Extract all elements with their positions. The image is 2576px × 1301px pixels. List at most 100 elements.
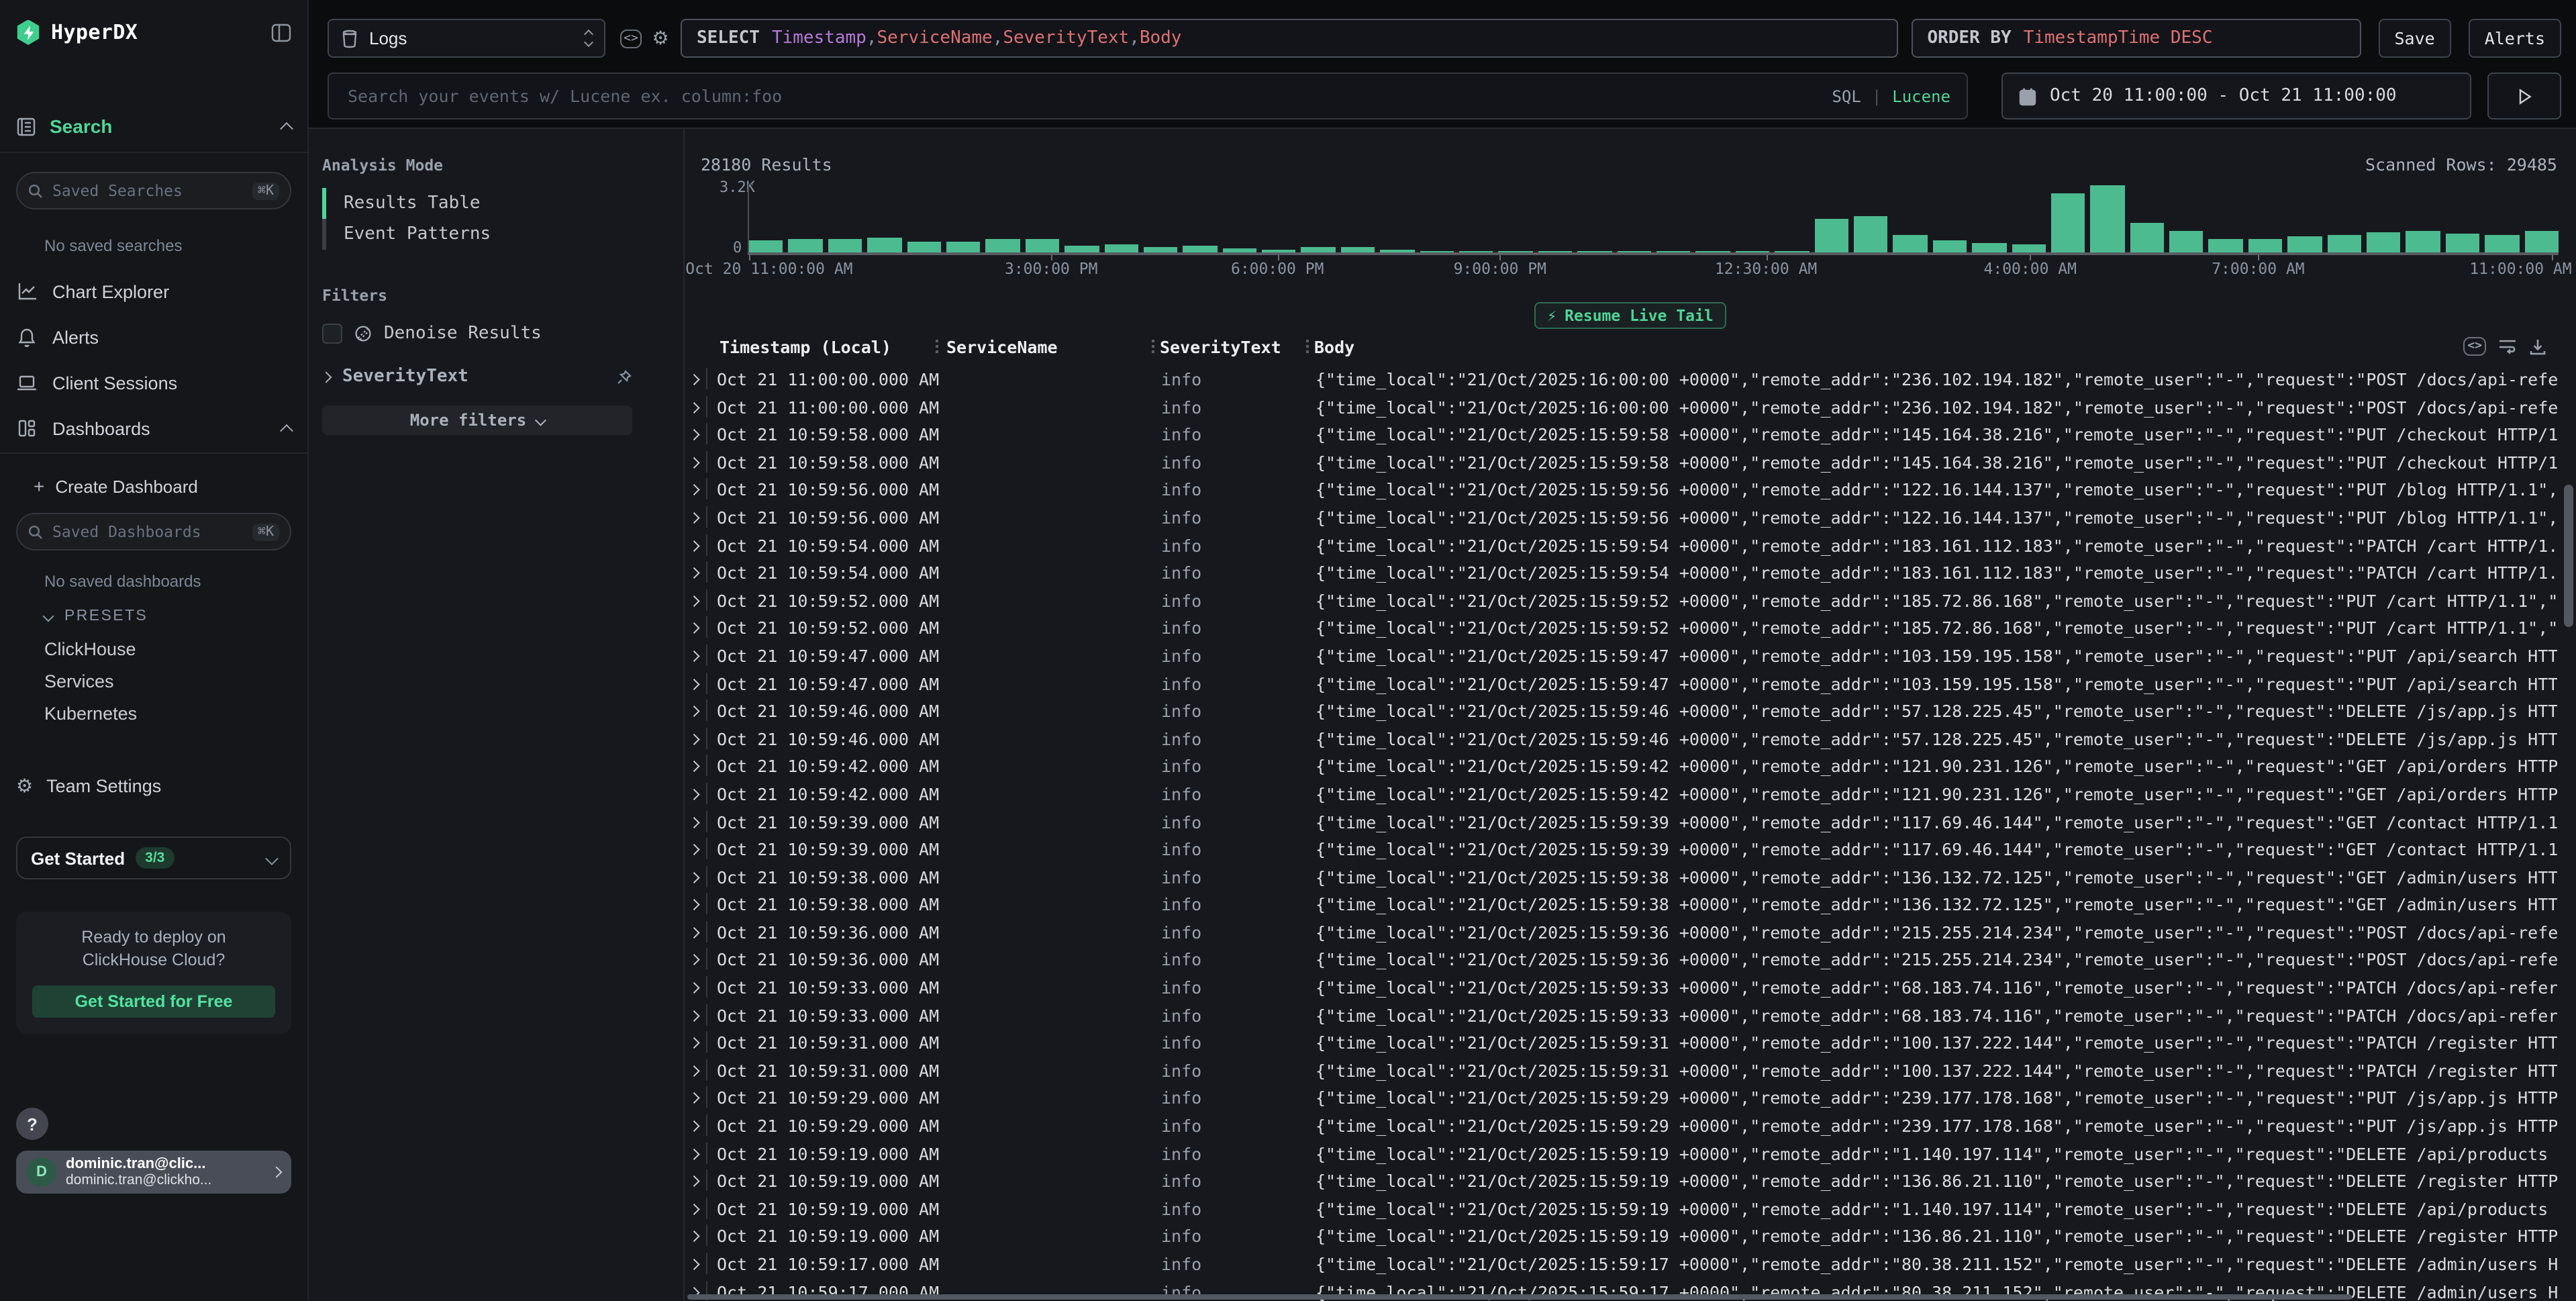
help-button[interactable]: ? xyxy=(16,1108,48,1140)
language-sql-toggle[interactable]: SQL xyxy=(1832,87,1861,105)
language-lucene-toggle[interactable]: Lucene xyxy=(1892,87,1950,105)
sidebar-item-alerts[interactable]: Alerts xyxy=(16,322,291,352)
expand-chevron-icon[interactable] xyxy=(689,955,699,966)
saved-dashboards-input[interactable]: Saved Dashboards ⌘K xyxy=(16,513,291,550)
expand-chevron-icon[interactable] xyxy=(689,1121,699,1132)
severity-filter-group[interactable]: SeverityText xyxy=(322,367,632,387)
col-servicename[interactable]: ServiceName xyxy=(946,337,1058,357)
expand-chevron-icon[interactable] xyxy=(689,1149,699,1159)
table-row[interactable]: Oct 21 10:59:56.000 AMinfo{"time_local":… xyxy=(685,503,2576,531)
expand-chevron-icon[interactable] xyxy=(689,734,699,744)
expand-chevron-icon[interactable] xyxy=(689,927,699,938)
expand-chevron-icon[interactable] xyxy=(689,1204,699,1214)
resume-live-tail-button[interactable]: ⚡ Resume Live Tail xyxy=(1534,302,1726,329)
histogram-bar[interactable] xyxy=(2248,239,2283,252)
source-select[interactable]: Logs xyxy=(328,19,605,58)
table-row[interactable]: Oct 21 10:59:17.000 AMinfo{"time_local":… xyxy=(685,1250,2576,1278)
sidebar-collapse-icon[interactable] xyxy=(271,22,291,42)
table-row[interactable]: Oct 21 10:59:31.000 AMinfo{"time_local":… xyxy=(685,1029,2576,1057)
table-row[interactable]: Oct 21 10:59:54.000 AMinfo{"time_local":… xyxy=(685,559,2576,586)
expand-chevron-icon[interactable] xyxy=(689,1176,699,1187)
col-body[interactable]: Body xyxy=(1314,337,1354,357)
sidebar-item-chart-explorer[interactable]: Chart Explorer xyxy=(16,277,291,306)
expand-chevron-icon[interactable] xyxy=(689,540,699,551)
presets-toggle[interactable]: PRESETS xyxy=(16,608,291,624)
get-started-free-button[interactable]: Get Started for Free xyxy=(32,985,275,1018)
histogram-bar[interactable] xyxy=(2485,235,2519,252)
table-row[interactable]: Oct 21 10:59:33.000 AMinfo{"time_local":… xyxy=(685,1001,2576,1028)
table-row[interactable]: Oct 21 10:59:33.000 AMinfo{"time_local":… xyxy=(685,973,2576,1001)
vertical-scrollbar[interactable] xyxy=(2564,485,2573,627)
expand-chevron-icon[interactable] xyxy=(689,706,699,717)
histogram-bar[interactable] xyxy=(2091,185,2125,252)
histogram-bar[interactable] xyxy=(2524,231,2559,252)
alerts-button[interactable]: Alerts xyxy=(2469,19,2561,58)
histogram-bar[interactable] xyxy=(2287,236,2322,252)
histogram-bar[interactable] xyxy=(1814,219,1848,252)
get-started-toggle[interactable]: Get Started 3/3 xyxy=(16,836,291,879)
histogram-bar[interactable] xyxy=(2051,193,2085,252)
expand-chevron-icon[interactable] xyxy=(689,845,699,855)
histogram-bar[interactable] xyxy=(1854,216,1888,252)
histogram-bar[interactable] xyxy=(986,239,1020,252)
histogram-bar[interactable] xyxy=(2169,231,2203,252)
histogram-bar[interactable] xyxy=(907,242,941,252)
select-clause-input[interactable]: SELECT Timestamp,ServiceName,SeverityTex… xyxy=(681,19,1897,58)
run-query-button[interactable] xyxy=(2487,73,2561,119)
col-timestamp[interactable]: Timestamp (Local) xyxy=(720,337,891,357)
expand-chevron-icon[interactable] xyxy=(689,1094,699,1104)
create-dashboard-button[interactable]: + Create Dashboard xyxy=(16,473,291,499)
table-row[interactable]: Oct 21 10:59:52.000 AMinfo{"time_local":… xyxy=(685,587,2576,614)
pin-icon[interactable] xyxy=(616,369,632,385)
table-row[interactable]: Oct 21 10:59:19.000 AMinfo{"time_local":… xyxy=(685,1167,2576,1194)
expand-chevron-icon[interactable] xyxy=(689,485,699,495)
preset-item[interactable]: ClickHouse xyxy=(16,640,291,658)
histogram-bar[interactable] xyxy=(2209,239,2243,252)
expand-chevron-icon[interactable] xyxy=(689,1038,699,1049)
table-row[interactable]: Oct 21 10:59:31.000 AMinfo{"time_local":… xyxy=(685,1057,2576,1084)
expand-chevron-icon[interactable] xyxy=(689,1065,699,1076)
sidebar-item-team-settings[interactable]: ⚙ Team Settings xyxy=(16,771,291,800)
histogram-bar[interactable] xyxy=(946,242,981,252)
table-row[interactable]: Oct 21 10:59:56.000 AMinfo{"time_local":… xyxy=(685,476,2576,503)
expand-chevron-icon[interactable] xyxy=(689,651,699,662)
table-row[interactable]: Oct 21 10:59:39.000 AMinfo{"time_local":… xyxy=(685,808,2576,835)
table-row[interactable]: Oct 21 10:59:38.000 AMinfo{"time_local":… xyxy=(685,863,2576,890)
expand-chevron-icon[interactable] xyxy=(689,789,699,800)
table-row[interactable]: Oct 21 10:59:46.000 AMinfo{"time_local":… xyxy=(685,724,2576,752)
table-row[interactable]: Oct 21 10:59:46.000 AMinfo{"time_local":… xyxy=(685,697,2576,724)
histogram-bar[interactable] xyxy=(2012,244,2046,252)
histogram-bar[interactable] xyxy=(789,239,823,252)
table-row[interactable]: Oct 21 10:59:19.000 AMinfo{"time_local":… xyxy=(685,1139,2576,1167)
expand-chevron-icon[interactable] xyxy=(689,761,699,772)
histogram-bar[interactable] xyxy=(1025,239,1059,252)
horizontal-scrollbar[interactable] xyxy=(687,1294,2352,1300)
gear-icon[interactable]: ⚙ xyxy=(646,19,675,58)
save-button[interactable]: Save xyxy=(2378,19,2450,58)
histogram-bar[interactable] xyxy=(1183,246,1218,252)
table-row[interactable]: Oct 21 10:59:36.000 AMinfo{"time_local":… xyxy=(685,918,2576,946)
table-row[interactable]: Oct 21 10:59:42.000 AMinfo{"time_local":… xyxy=(685,780,2576,808)
expand-chevron-icon[interactable] xyxy=(689,430,699,440)
table-row[interactable]: Oct 21 11:00:00.000 AMinfo{"time_local":… xyxy=(685,365,2576,393)
histogram-bar[interactable] xyxy=(1064,246,1099,252)
histogram-bar[interactable] xyxy=(1144,247,1178,252)
col-resize-handle[interactable] xyxy=(1306,340,1309,354)
user-menu[interactable]: D dominic.tran@clic... dominic.tran@clic… xyxy=(16,1151,291,1194)
expand-chevron-icon[interactable] xyxy=(689,402,699,413)
table-row[interactable]: Oct 21 10:59:52.000 AMinfo{"time_local":… xyxy=(685,614,2576,642)
col-severitytext[interactable]: SeverityText xyxy=(1160,337,1281,357)
saved-searches-input[interactable]: Saved Searches ⌘K xyxy=(16,172,291,209)
expand-chevron-icon[interactable] xyxy=(689,1010,699,1021)
histogram-bar[interactable] xyxy=(1893,235,1928,252)
raw-mode-icon[interactable]: <> xyxy=(2463,337,2486,356)
histogram-bar[interactable] xyxy=(1104,244,1138,252)
expand-chevron-icon[interactable] xyxy=(689,983,699,994)
table-row[interactable]: Oct 21 10:59:54.000 AMinfo{"time_local":… xyxy=(685,531,2576,559)
table-row[interactable]: Oct 21 10:59:47.000 AMinfo{"time_local":… xyxy=(685,669,2576,697)
histogram-bar[interactable] xyxy=(828,239,862,252)
table-row[interactable]: Oct 21 10:59:38.000 AMinfo{"time_local":… xyxy=(685,891,2576,918)
time-range-picker[interactable]: Oct 20 11:00:00 - Oct 21 11:00:00 xyxy=(2001,73,2471,119)
preset-item[interactable]: Kubernetes xyxy=(16,705,291,722)
histogram-bar[interactable] xyxy=(1301,247,1336,252)
